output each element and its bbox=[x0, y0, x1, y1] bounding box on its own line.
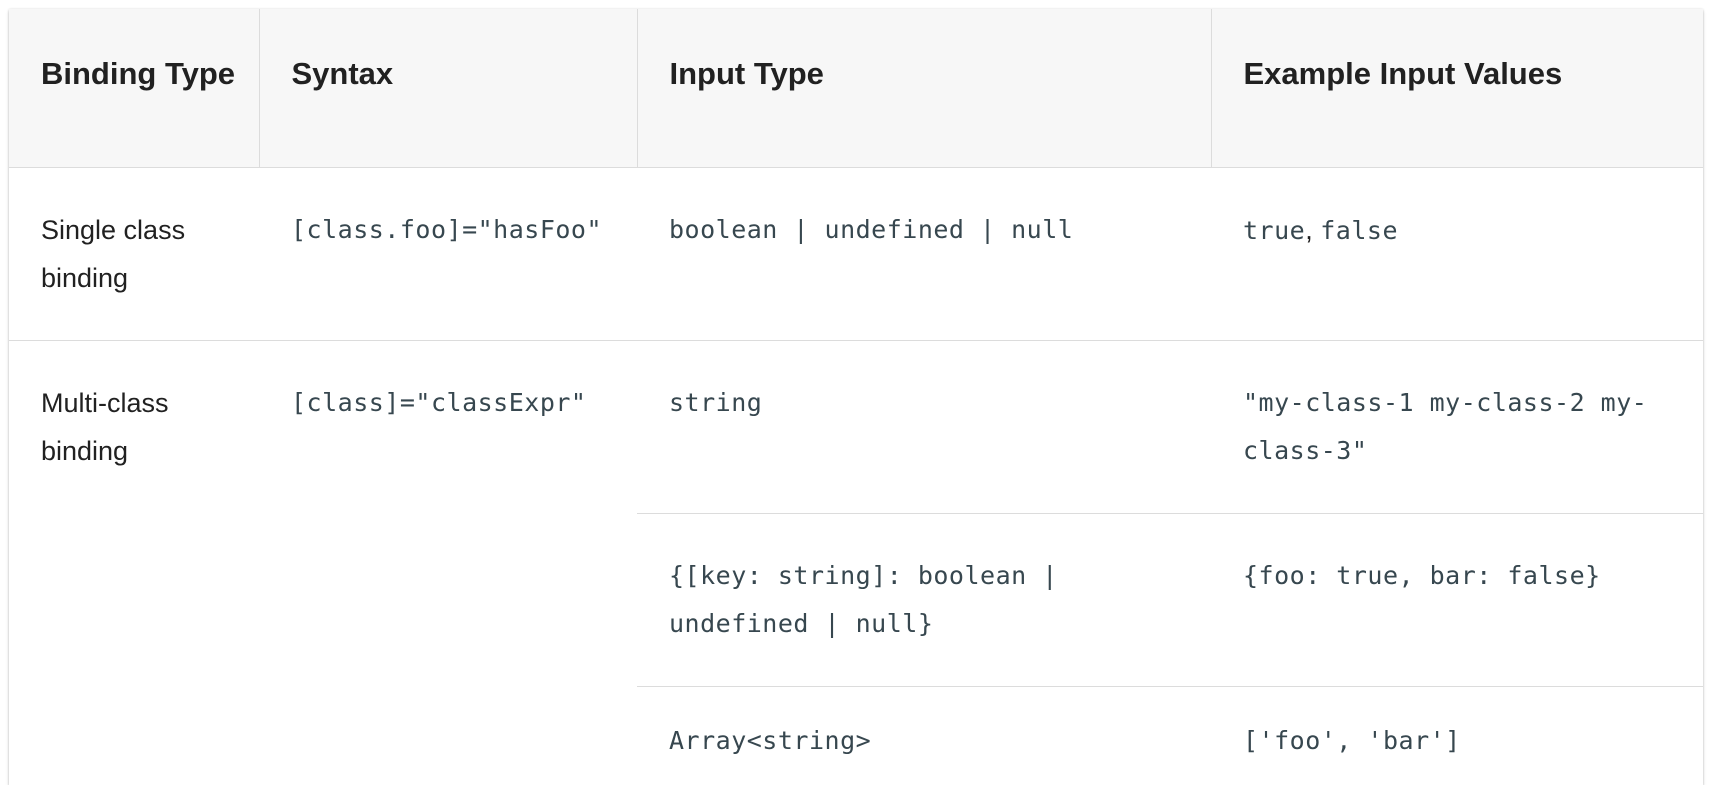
example-value-true: true bbox=[1243, 216, 1305, 245]
input-type-cell: Array<string> bbox=[637, 687, 1211, 785]
header-example-input-values: Example Input Values bbox=[1211, 9, 1703, 168]
input-type-cell: string bbox=[637, 341, 1211, 514]
class-binding-table: Binding Type Syntax Input Type Example I… bbox=[9, 9, 1703, 785]
example-values-cell: true, false bbox=[1211, 168, 1703, 341]
binding-type-cell: Multi-class binding bbox=[9, 341, 259, 785]
header-syntax: Syntax bbox=[259, 9, 637, 168]
binding-type-cell: Single class binding bbox=[9, 168, 259, 341]
example-values-cell: "my-class-1 my-class-2 my-class-3" bbox=[1211, 341, 1703, 514]
table-header-row: Binding Type Syntax Input Type Example I… bbox=[9, 9, 1703, 168]
binding-table-container: Binding Type Syntax Input Type Example I… bbox=[9, 9, 1703, 785]
table-row: Single class binding [class.foo]="hasFoo… bbox=[9, 168, 1703, 341]
example-values-cell: {foo: true, bar: false} bbox=[1211, 514, 1703, 687]
input-type-cell: boolean | undefined | null bbox=[637, 168, 1211, 341]
header-binding-type: Binding Type bbox=[9, 9, 259, 168]
example-separator: , bbox=[1305, 215, 1320, 245]
example-values-cell: ['foo', 'bar'] bbox=[1211, 687, 1703, 785]
table-row: Multi-class binding [class]="classExpr" … bbox=[9, 341, 1703, 514]
example-value-false: false bbox=[1320, 216, 1398, 245]
header-input-type: Input Type bbox=[637, 9, 1211, 168]
syntax-cell: [class.foo]="hasFoo" bbox=[259, 168, 637, 341]
input-type-cell: {[key: string]: boolean | undefined | nu… bbox=[637, 514, 1211, 687]
syntax-cell: [class]="classExpr" bbox=[259, 341, 637, 785]
